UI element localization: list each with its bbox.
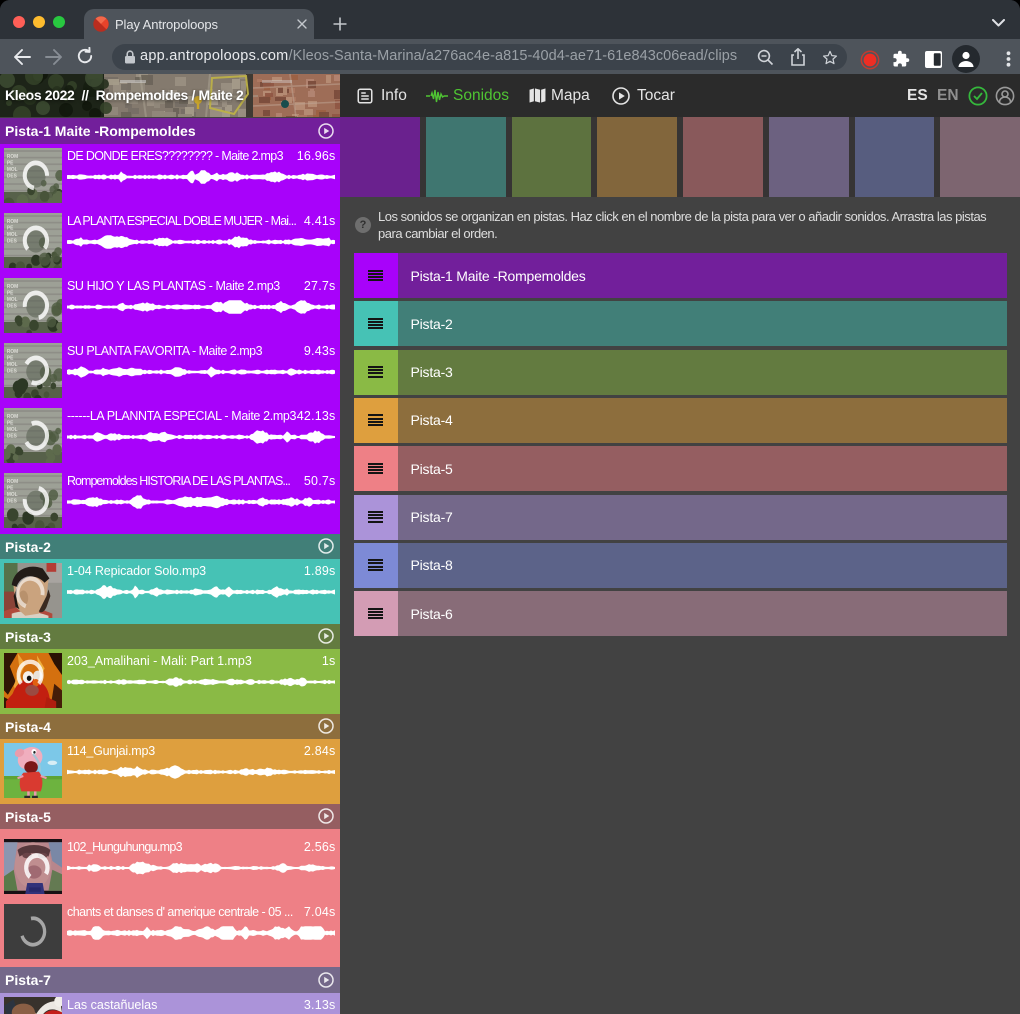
svg-text:ROM: ROM	[6, 284, 17, 290]
svg-text:DES: DES	[6, 173, 16, 179]
svg-text:MOL: MOL	[6, 297, 17, 303]
svg-text:ROM: ROM	[6, 219, 17, 225]
svg-text:PE: PE	[6, 290, 13, 296]
svg-text:DES: DES	[6, 303, 16, 309]
svg-text:DES: DES	[6, 498, 16, 504]
svg-text:MOL: MOL	[6, 492, 17, 498]
svg-text:ROM: ROM	[6, 349, 17, 355]
svg-text:ROM: ROM	[6, 154, 17, 160]
svg-text:PE: PE	[6, 225, 13, 231]
svg-text:DES: DES	[6, 238, 16, 244]
svg-text:PE: PE	[6, 355, 13, 361]
svg-text:PE: PE	[6, 485, 13, 491]
svg-text:MOL: MOL	[6, 167, 17, 173]
svg-text:ROM: ROM	[6, 479, 17, 485]
svg-text:DES: DES	[6, 433, 16, 439]
svg-text:MOL: MOL	[6, 232, 17, 238]
svg-text:ROM: ROM	[6, 414, 17, 420]
svg-text:PE: PE	[6, 160, 13, 166]
svg-text:PE: PE	[6, 420, 13, 426]
svg-text:MOL: MOL	[6, 362, 17, 368]
svg-text:DES: DES	[6, 368, 16, 374]
svg-text:MOL: MOL	[6, 427, 17, 433]
